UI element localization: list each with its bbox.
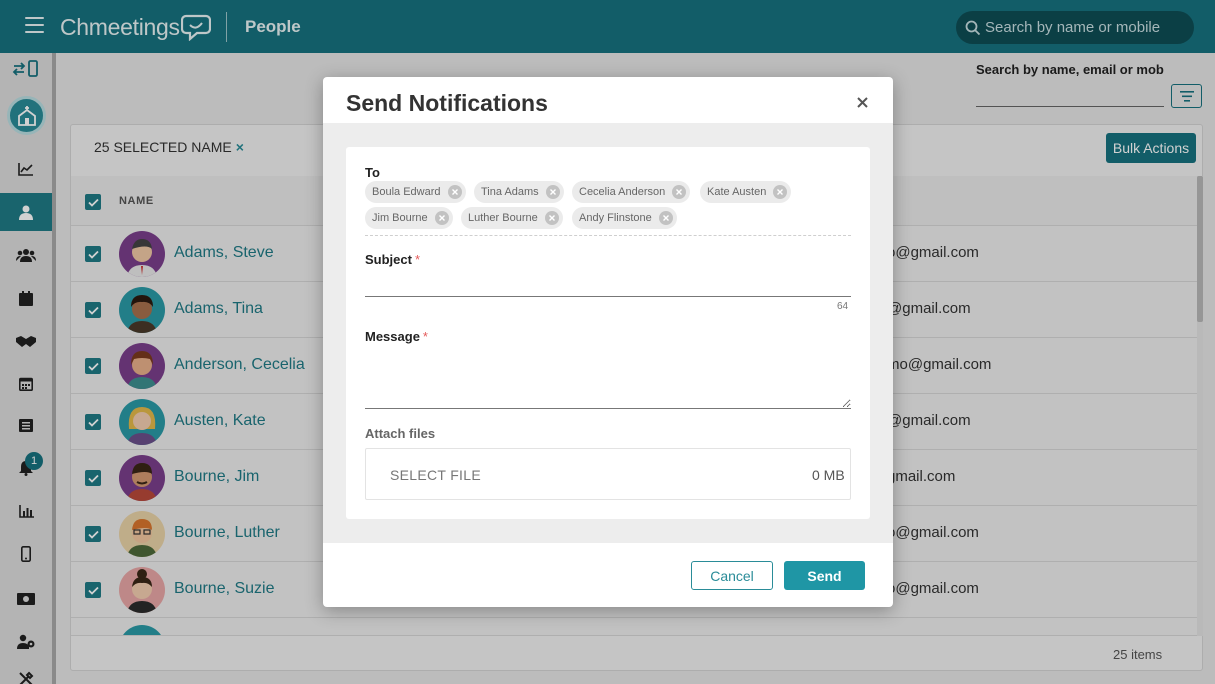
remove-recipient-icon[interactable]: [545, 185, 560, 199]
remove-recipient-icon[interactable]: [447, 185, 462, 199]
send-notifications-dialog: Send Notifications To Boula Edward Tina …: [323, 77, 893, 607]
subject-label: Subject *: [365, 252, 420, 267]
recipient-chip: Andy Flinstone: [572, 207, 677, 229]
send-button[interactable]: Send: [784, 561, 865, 590]
recipient-name: Cecelia Anderson: [579, 186, 666, 198]
remove-recipient-icon[interactable]: [434, 211, 449, 225]
subject-char-counter: 64: [837, 301, 849, 312]
recipient-name: Andy Flinstone: [579, 212, 652, 224]
required-marker: *: [414, 252, 421, 267]
recipients-divider: [365, 235, 851, 236]
recipient-chip: Kate Austen: [700, 181, 792, 203]
recipient-name: Tina Adams: [481, 186, 539, 198]
recipient-chip: Tina Adams: [474, 181, 564, 203]
close-icon[interactable]: [853, 93, 871, 111]
subject-label-text: Subject: [365, 252, 412, 267]
remove-recipient-icon[interactable]: [773, 185, 788, 199]
to-label: To: [365, 165, 380, 180]
recipient-chip: Boula Edward: [365, 181, 466, 203]
recipient-chip: Jim Bourne: [365, 207, 453, 229]
message-label: Message *: [365, 329, 428, 344]
recipient-name: Boula Edward: [372, 186, 441, 198]
select-file-button[interactable]: SELECT FILE: [390, 467, 481, 483]
recipient-chip: Luther Bourne: [461, 207, 563, 229]
remove-recipient-icon[interactable]: [672, 185, 687, 199]
recipient-chip: Cecelia Anderson: [572, 181, 691, 203]
file-size-total: 0 MB: [812, 467, 845, 483]
dialog-title: Send Notifications: [346, 90, 548, 116]
subject-input[interactable]: [365, 275, 851, 297]
file-upload-box[interactable]: SELECT FILE 0 MB: [365, 448, 851, 500]
message-textarea[interactable]: [365, 351, 851, 409]
required-marker: *: [422, 329, 428, 344]
remove-recipient-icon[interactable]: [658, 211, 673, 225]
remove-recipient-icon[interactable]: [544, 211, 559, 225]
notification-form: To Boula Edward Tina Adams Cecelia Ander…: [346, 147, 870, 519]
dialog-body: To Boula Edward Tina Adams Cecelia Ander…: [323, 123, 893, 543]
recipient-name: Kate Austen: [707, 186, 767, 198]
attach-files-label: Attach files: [365, 426, 436, 441]
message-label-text: Message: [365, 329, 420, 344]
cancel-button[interactable]: Cancel: [691, 561, 773, 590]
recipient-name: Luther Bourne: [468, 212, 538, 224]
recipient-name: Jim Bourne: [372, 212, 428, 224]
